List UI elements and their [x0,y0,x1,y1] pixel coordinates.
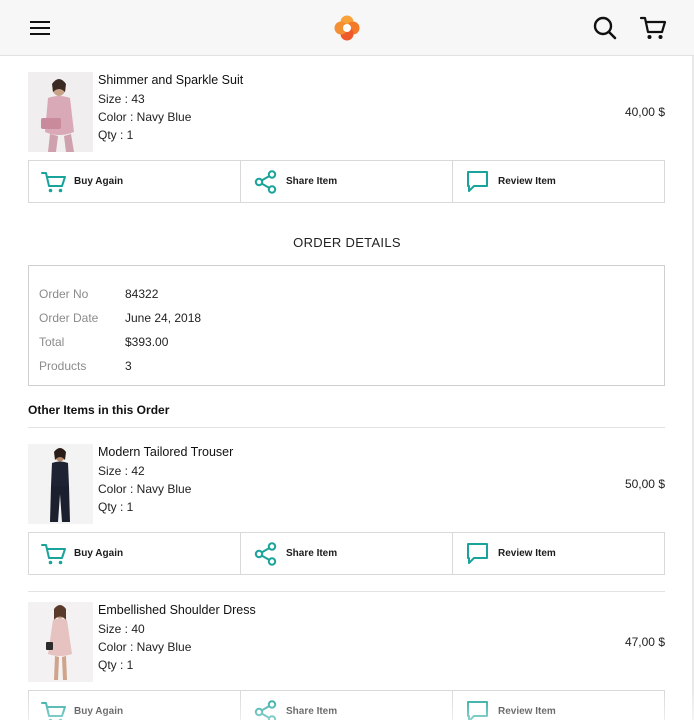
cart-icon[interactable] [639,14,667,42]
product-size: Size : 43 [98,92,145,106]
cart-icon [41,542,67,566]
divider [28,591,665,592]
review-item-label: Review Item [498,548,556,559]
cart-icon [41,700,67,720]
item-actions: Buy Again Share Item Review Item [28,532,665,575]
product-size: Size : 42 [98,464,145,478]
detail-label: Order Date [39,311,99,325]
product-size: Size : 40 [98,622,145,636]
share-icon [253,541,279,566]
review-item-button[interactable]: Review Item [453,161,664,202]
cart-icon [41,170,67,194]
product-name[interactable]: Modern Tailored Trouser [98,445,233,459]
detail-value: June 24, 2018 [125,311,202,325]
product-color: Color : Navy Blue [98,110,192,124]
buy-again-button[interactable]: Buy Again [29,161,241,202]
hamburger-icon[interactable] [28,17,52,39]
product-name[interactable]: Embellished Shoulder Dress [98,603,256,617]
order-details-card: Order No 84322 Order Date June 24, 2018 … [28,265,665,386]
detail-label: Total [39,335,65,349]
share-icon [253,169,279,194]
review-item-button[interactable]: Review Item [453,691,664,720]
buy-again-label: Buy Again [74,706,124,717]
share-icon [253,699,279,720]
product-qty: Qty : 1 [98,658,134,672]
search-icon[interactable] [592,14,618,42]
comment-icon [465,170,491,194]
share-item-label: Share Item [286,706,338,717]
item-actions: Buy Again Share Item Review Item [28,160,665,203]
comment-icon [465,542,491,566]
review-item-label: Review Item [498,706,556,717]
share-item-button[interactable]: Share Item [241,161,453,202]
order-details-title: ORDER DETAILS [293,235,401,250]
buy-again-button[interactable]: Buy Again [29,533,241,574]
order-item: Modern Tailored Trouser Size : 42 Color … [28,444,665,524]
comment-icon [465,700,491,720]
product-color: Color : Navy Blue [98,640,192,654]
flower-logo-icon[interactable] [333,14,361,42]
divider [28,427,665,428]
product-price: 47,00 $ [624,635,665,649]
share-item-button[interactable]: Share Item [241,533,453,574]
share-item-label: Share Item [286,176,338,187]
product-image[interactable] [28,444,93,524]
detail-label: Order No [39,287,89,301]
share-item-button[interactable]: Share Item [241,691,453,720]
product-color: Color : Navy Blue [98,482,192,496]
item-actions: Buy Again Share Item Review Item [28,690,665,720]
app-header [0,0,694,56]
review-item-button[interactable]: Review Item [453,533,664,574]
product-qty: Qty : 1 [98,500,134,514]
product-qty: Qty : 1 [98,128,134,142]
product-image[interactable] [28,72,93,152]
product-name[interactable]: Shimmer and Sparkle Suit [98,73,243,87]
detail-value: 84322 [125,287,159,301]
buy-again-button[interactable]: Buy Again [29,691,241,720]
buy-again-label: Buy Again [74,548,124,559]
order-item: Shimmer and Sparkle Suit Size : 43 Color… [28,72,665,152]
order-item: Embellished Shoulder Dress Size : 40 Col… [28,602,665,682]
other-items-title: Other Items in this Order [28,403,170,417]
share-item-label: Share Item [286,548,338,559]
review-item-label: Review Item [498,176,556,187]
product-price: 40,00 $ [624,105,665,119]
product-price: 50,00 $ [624,477,665,491]
buy-again-label: Buy Again [74,176,124,187]
detail-value: 3 [125,359,132,373]
detail-label: Products [39,359,87,373]
detail-value: $393.00 [125,335,169,349]
product-image[interactable] [28,602,93,682]
